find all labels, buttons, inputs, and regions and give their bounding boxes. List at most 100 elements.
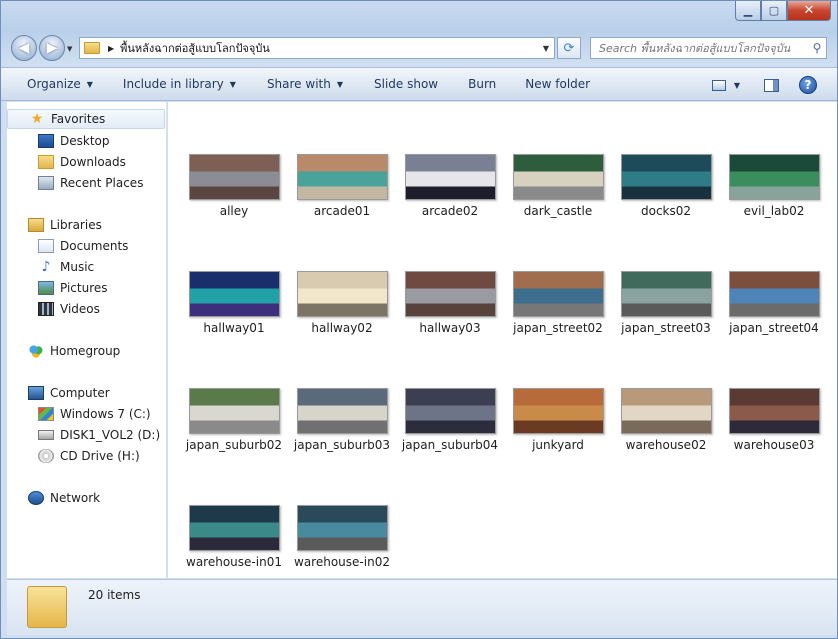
file-item[interactable]: hallway01 xyxy=(180,271,288,335)
breadcrumb-separator-icon[interactable]: ▶ xyxy=(108,44,114,53)
address-dropdown-icon[interactable]: ▼ xyxy=(538,44,554,53)
file-list: alley arcade01 arcade02 dark_castle docks02 e… xyxy=(168,102,837,578)
maximize-button[interactable]: ▢ xyxy=(761,1,787,21)
nav-libraries[interactable]: Libraries xyxy=(28,215,102,235)
cd-drive-icon xyxy=(38,449,54,463)
nav-downloads[interactable]: Downloads xyxy=(38,152,126,172)
preview-pane-icon[interactable] xyxy=(764,78,779,92)
nav-desktop[interactable]: Desktop xyxy=(38,131,110,151)
file-item[interactable]: warehouse03 xyxy=(720,388,828,452)
file-item[interactable]: evil_lab02 xyxy=(720,154,828,218)
close-button[interactable]: ✕ xyxy=(787,1,831,21)
file-item[interactable]: junkyard xyxy=(504,388,612,452)
image-thumbnail[interactable] xyxy=(296,154,388,200)
image-thumbnail[interactable] xyxy=(404,154,496,200)
nav-music[interactable]: ♪ Music xyxy=(38,257,95,277)
image-thumbnail[interactable] xyxy=(188,505,280,551)
refresh-button[interactable]: ⟳ xyxy=(557,37,581,59)
recent-pages-button[interactable]: ▼ xyxy=(67,45,72,53)
file-item[interactable]: japan_suburb02 xyxy=(180,388,288,452)
nav-videos[interactable]: Videos xyxy=(38,299,100,319)
nav-drive-c[interactable]: Windows 7 (C:) xyxy=(38,404,151,424)
help-icon[interactable]: ? xyxy=(799,76,817,94)
slide-show-button[interactable]: Slide show xyxy=(374,77,438,91)
file-item[interactable]: japan_street02 xyxy=(504,271,612,335)
file-name: japan_suburb02 xyxy=(185,438,283,452)
image-thumbnail[interactable] xyxy=(512,388,604,434)
image-thumbnail[interactable] xyxy=(728,154,820,200)
image-thumbnail[interactable] xyxy=(404,388,496,434)
search-input[interactable] xyxy=(597,40,808,56)
file-item[interactable]: japan_suburb03 xyxy=(288,388,396,452)
file-item[interactable]: alley xyxy=(180,154,288,218)
new-folder-button[interactable]: New folder xyxy=(525,77,590,91)
nav-drive-h[interactable]: CD Drive (H:) xyxy=(38,446,140,466)
folder-icon xyxy=(27,586,67,628)
film-strip-icon xyxy=(38,302,54,316)
image-thumbnail[interactable] xyxy=(296,388,388,434)
caret-down-icon: ▼ xyxy=(86,79,93,89)
file-item[interactable]: arcade01 xyxy=(288,154,396,218)
file-item[interactable]: dark_castle xyxy=(504,154,612,218)
file-item[interactable]: warehouse-in02 xyxy=(288,505,396,569)
file-name: arcade01 xyxy=(313,204,371,218)
image-thumbnail[interactable] xyxy=(188,388,280,434)
navigation-pane: ★ Favorites Desktop Downloads Recent Plac… xyxy=(7,102,167,578)
window-controls: ▁ ▢ ✕ xyxy=(735,1,831,21)
organize-button[interactable]: Organize ▼ xyxy=(27,77,93,91)
nav-favorites[interactable]: ★ Favorites xyxy=(7,109,165,129)
back-button[interactable]: ◀ xyxy=(11,35,37,61)
nav-homegroup[interactable]: Homegroup xyxy=(28,341,120,361)
downloads-folder-icon xyxy=(38,155,54,169)
include-in-library-button[interactable]: Include in library ▼ xyxy=(123,77,236,91)
search-icon[interactable]: ⚲ xyxy=(808,41,826,55)
view-options-caret-icon[interactable]: ▼ xyxy=(734,81,740,90)
image-thumbnail[interactable] xyxy=(404,271,496,317)
image-thumbnail[interactable] xyxy=(512,271,604,317)
nav-computer[interactable]: Computer xyxy=(28,383,110,403)
libraries-icon xyxy=(28,218,44,232)
nav-documents[interactable]: Documents xyxy=(38,236,128,256)
share-with-button[interactable]: Share with ▼ xyxy=(267,77,343,91)
file-name: japan_suburb04 xyxy=(401,438,499,452)
file-name: warehouse-in02 xyxy=(294,555,390,569)
file-item[interactable]: arcade02 xyxy=(396,154,504,218)
nav-recent-places[interactable]: Recent Places xyxy=(38,173,143,193)
file-item[interactable]: japan_suburb04 xyxy=(396,388,504,452)
file-item[interactable]: warehouse02 xyxy=(612,388,720,452)
image-thumbnail[interactable] xyxy=(728,271,820,317)
image-thumbnail[interactable] xyxy=(620,388,712,434)
burn-button[interactable]: Burn xyxy=(468,77,496,91)
file-name: japan_street02 xyxy=(513,321,603,335)
address-bar[interactable]: ▶ พื้นหลังฉากต่อสู้แบบโลกปัจจุบัน ▼ xyxy=(79,37,555,59)
file-item[interactable]: hallway03 xyxy=(396,271,504,335)
file-name: hallway01 xyxy=(203,321,265,335)
forward-button[interactable]: ▶ xyxy=(39,35,65,61)
image-thumbnail[interactable] xyxy=(296,271,388,317)
minimize-button[interactable]: ▁ xyxy=(735,1,761,21)
file-item[interactable]: japan_street04 xyxy=(720,271,828,335)
image-thumbnail[interactable] xyxy=(188,154,280,200)
breadcrumb-current-folder[interactable]: พื้นหลังฉากต่อสู้แบบโลกปัจจุบัน xyxy=(120,39,270,57)
change-view-icon[interactable] xyxy=(711,79,726,91)
arrow-left-icon: ◀ xyxy=(18,40,30,56)
image-thumbnail[interactable] xyxy=(620,154,712,200)
item-count: 20 items xyxy=(88,588,141,602)
file-item[interactable]: hallway02 xyxy=(288,271,396,335)
image-thumbnail[interactable] xyxy=(728,388,820,434)
nav-drive-d[interactable]: DISK1_VOL2 (D:) xyxy=(38,425,160,445)
image-thumbnail[interactable] xyxy=(296,505,388,551)
nav-network[interactable]: Network xyxy=(28,488,100,508)
file-item[interactable]: docks02 xyxy=(612,154,720,218)
image-thumbnail[interactable] xyxy=(188,271,280,317)
file-item[interactable]: japan_street03 xyxy=(612,271,720,335)
image-thumbnail[interactable] xyxy=(512,154,604,200)
homegroup-icon xyxy=(28,344,44,358)
file-name: warehouse02 xyxy=(625,438,707,452)
file-item[interactable]: warehouse-in01 xyxy=(180,505,288,569)
search-box[interactable]: ⚲ xyxy=(590,37,827,59)
image-thumbnail[interactable] xyxy=(620,271,712,317)
chevron-down-icon: ▼ xyxy=(67,45,73,53)
nav-pictures[interactable]: Pictures xyxy=(38,278,108,298)
windows-drive-icon xyxy=(38,407,54,421)
